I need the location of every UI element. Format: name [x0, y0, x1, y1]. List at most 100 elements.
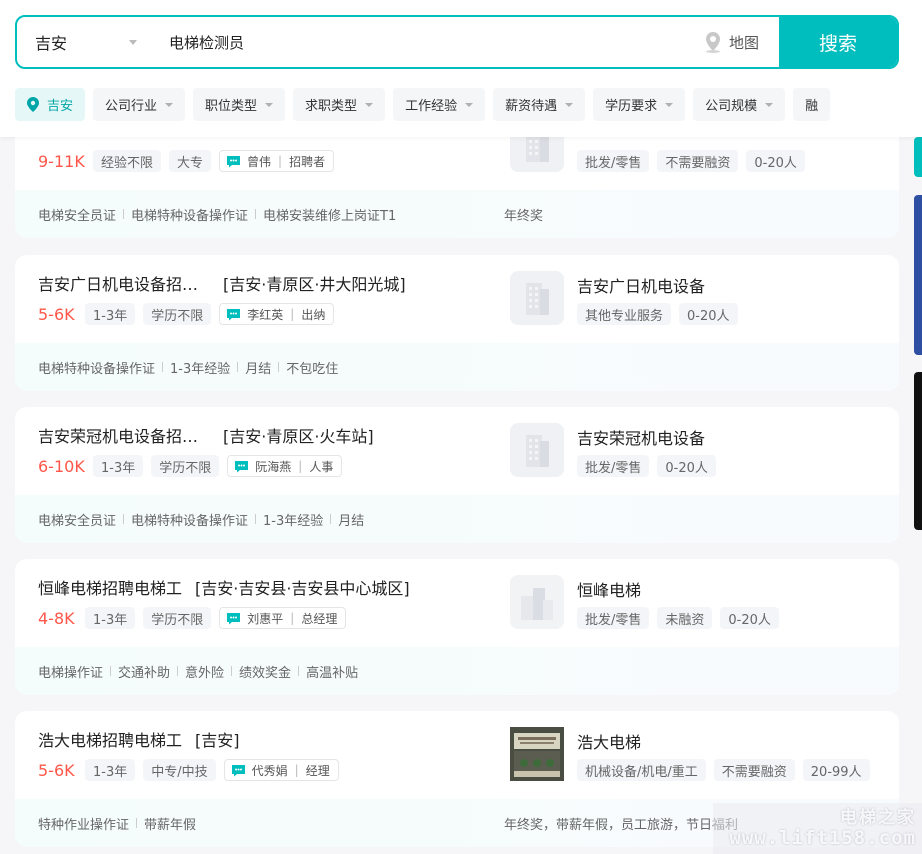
skill-tag: 不包吃住 [286, 361, 339, 377]
recruiter-name: 曾伟 [247, 154, 272, 169]
skill-tag: 电梯特种设备操作证 [131, 513, 249, 529]
chevron-down-icon [129, 40, 137, 45]
job-card-footer: 电梯安全员证 电梯特种设备操作证 电梯安装维修上岗证T1 年终奖 [15, 190, 899, 238]
salary: 5-6K [38, 305, 75, 324]
skill-tag: 绩效奖金 [239, 665, 292, 681]
side-panel-edge [914, 372, 922, 530]
company-logo[interactable] [510, 423, 564, 477]
experience-tag: 经验不限 [93, 150, 162, 172]
funding-tag: 不需要融资 [713, 759, 795, 781]
filter-position-type[interactable]: 职位类型 [193, 88, 286, 121]
company-name[interactable]: 浩大电梯 [577, 729, 641, 753]
company-name[interactable]: 吉安荣冠机电设备 [577, 425, 705, 449]
industry-tag: 批发/零售 [577, 607, 650, 629]
watermark-brand: 电梯之家 [840, 808, 916, 828]
job-title[interactable]: 恒峰电梯招聘电梯工 [38, 575, 182, 599]
filter-bar: 吉安 公司行业 职位类型 求职类型 工作经验 薪资待遇 学历要求 公司规模 融 [15, 88, 922, 121]
filter-label: 学历要求 [605, 99, 658, 114]
location-icon [27, 97, 39, 112]
job-card[interactable]: 吉安荣冠机电设备招… [吉安·青原区·火车站] 6-10K 1-3年 学历不限 … [15, 407, 899, 543]
skill-tag: 电梯安全员证 [38, 208, 117, 224]
filter-label: 融 [805, 99, 819, 114]
recruiter-chip[interactable]: 代秀娟 | 经理 [223, 759, 339, 781]
recruiter-role: 招聘者 [289, 154, 326, 169]
filter-label: 职位类型 [205, 99, 258, 114]
job-area: [吉安·青原区·井大阳光城] [223, 275, 406, 294]
experience-tag: 1-3年 [85, 303, 136, 325]
job-card[interactable]: 恒峰电梯招聘电梯工 [吉安·吉安县·吉安县中心城区] 4-8K 1-3年 学历不… [15, 559, 899, 695]
job-card-footer: 电梯操作证 交通补助 意外险 绩效奖金 高温补贴 [15, 647, 899, 695]
recruiter-name: 阮海燕 [255, 459, 292, 474]
industry-tag: 其他专业服务 [577, 303, 672, 325]
salary: 4-8K [38, 609, 75, 628]
skill-tag: 电梯安装维修上岗证T1 [263, 208, 397, 224]
job-title[interactable]: 浩大电梯招聘电梯工 [38, 727, 182, 751]
filter-location-label: 吉安 [47, 99, 74, 114]
chevron-down-icon [665, 102, 674, 107]
filter-funding[interactable]: 融 [793, 88, 831, 121]
size-tag: 0-20人 [720, 607, 779, 629]
job-card[interactable]: 吉安广日机电设备招… [吉安·青原区·井大阳光城] 5-6K 1-3年 学历不限… [15, 255, 899, 391]
job-card-footer: 电梯特种设备操作证 1-3年经验 月结 不包吃住 [15, 343, 899, 391]
company-photo-icon [510, 727, 564, 781]
filter-company-size[interactable]: 公司规模 [693, 88, 786, 121]
company-logo[interactable] [510, 575, 564, 629]
company-logo[interactable] [510, 271, 564, 325]
job-area: [吉安] [195, 731, 240, 750]
recruiter-role: 总经理 [301, 611, 338, 626]
skill-tag: 1-3年经验 [170, 361, 231, 377]
skill-tag: 电梯特种设备操作证 [38, 361, 156, 377]
industry-tag: 批发/零售 [577, 455, 650, 477]
skill-tag: 高温补贴 [306, 665, 359, 681]
filter-label: 公司规模 [705, 99, 758, 114]
city-select[interactable]: 吉安 [17, 17, 157, 67]
side-panel-edge [914, 137, 922, 177]
watermark-url: www.lift158.com [729, 827, 916, 849]
chevron-down-icon [465, 102, 474, 107]
company-name[interactable]: 恒峰电梯 [577, 577, 641, 601]
recruiter-chip[interactable]: 李红英 | 出纳 [219, 303, 335, 325]
filter-salary[interactable]: 薪资待遇 [493, 88, 586, 121]
search-button[interactable]: 搜索 [779, 17, 897, 67]
building-icon [526, 435, 549, 467]
company-logo[interactable] [510, 727, 564, 781]
skill-tag: 月结 [338, 513, 365, 529]
experience-tag: 1-3年 [93, 455, 144, 477]
filter-location[interactable]: 吉安 [15, 88, 86, 121]
recruiter-chip[interactable]: 刘惠平 | 总经理 [219, 607, 347, 629]
chat-icon [227, 612, 241, 624]
recruiter-role: 人事 [309, 459, 334, 474]
experience-tag: 1-3年 [85, 759, 136, 781]
education-tag: 中专/中技 [143, 759, 216, 781]
company-name[interactable]: 吉安广日机电设备 [577, 273, 705, 297]
skill-tag: 电梯特种设备操作证 [131, 208, 249, 224]
chevron-down-icon [365, 102, 374, 107]
funding-tag: 未融资 [657, 607, 713, 629]
side-panel-edge [914, 195, 922, 355]
size-tag: 0-20人 [679, 303, 738, 325]
filter-education[interactable]: 学历要求 [593, 88, 686, 121]
funding-tag: 不需要融资 [657, 150, 739, 172]
recruiter-chip[interactable]: 阮海燕 | 人事 [227, 455, 343, 477]
chat-icon [231, 764, 245, 776]
filter-experience[interactable]: 工作经验 [393, 88, 486, 121]
filter-industry[interactable]: 公司行业 [93, 88, 186, 121]
job-title[interactable]: 吉安广日机电设备招… [38, 271, 198, 295]
search-input[interactable] [169, 25, 689, 59]
size-tag: 0-20人 [746, 150, 805, 172]
recruiter-role: 经理 [305, 763, 330, 778]
recruiter-name: 刘惠平 [247, 611, 284, 626]
chat-icon [227, 155, 241, 167]
job-card-footer: 电梯安全员证 电梯特种设备操作证 1-3年经验 月结 [15, 495, 899, 543]
filter-label: 薪资待遇 [505, 99, 558, 114]
industry-tag: 机械设备/机电/重工 [577, 759, 706, 781]
job-area: [吉安·吉安县·吉安县中心城区] [195, 579, 410, 598]
skill-tag: 特种作业操作证 [38, 817, 130, 833]
recruiter-chip[interactable]: 曾伟 | 招聘者 [219, 150, 335, 172]
map-button[interactable]: 地图 [703, 17, 779, 67]
filter-job-type[interactable]: 求职类型 [293, 88, 386, 121]
welfare-text: 年终奖 [504, 208, 544, 224]
job-title[interactable]: 吉安荣冠机电设备招… [38, 423, 198, 447]
education-tag: 学历不限 [143, 607, 212, 629]
building-icon [521, 588, 553, 620]
